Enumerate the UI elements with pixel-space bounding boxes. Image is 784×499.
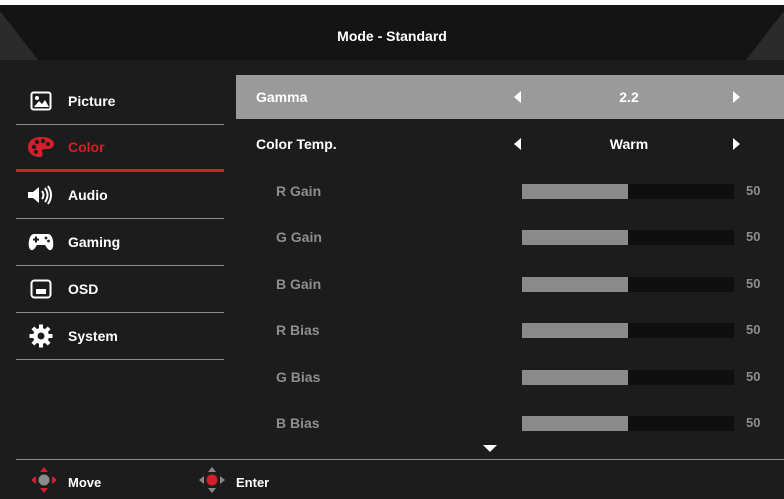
gear-icon: [26, 324, 56, 348]
slider-label: R Gain: [276, 183, 322, 199]
osd-window-icon: [26, 277, 56, 301]
enter-label: Enter: [236, 474, 270, 490]
sidebar-item-picture[interactable]: Picture: [16, 78, 224, 125]
left-arrow-icon[interactable]: [514, 138, 521, 150]
color-temp-label: Color Temp.: [256, 136, 337, 152]
sidebar-item-label: OSD: [68, 281, 99, 297]
slider-label: R Bias: [276, 322, 320, 338]
sidebar-item-label: Gaming: [68, 234, 121, 250]
gamma-value: 2.2: [619, 89, 639, 105]
sidebar-item-osd[interactable]: OSD: [16, 266, 224, 313]
sidebar-item-label: Audio: [68, 187, 108, 203]
page-title: Mode - Standard: [337, 28, 447, 44]
slider-value: 50: [746, 276, 761, 291]
sidebar-item-label: Picture: [68, 93, 116, 109]
g-bias-row[interactable]: G Bias 50: [236, 355, 784, 399]
slider-fill: [522, 184, 628, 199]
r-gain-slider[interactable]: [522, 184, 734, 199]
sidebar-item-color[interactable]: Color: [16, 125, 224, 172]
palette-icon: [26, 135, 56, 159]
b-bias-slider[interactable]: [522, 416, 734, 431]
slider-label: G Gain: [276, 229, 322, 245]
enter-hint: Enter: [198, 465, 269, 499]
slider-label: G Bias: [276, 369, 321, 385]
footer-divider: [16, 459, 784, 460]
slider-value: 50: [746, 322, 761, 337]
osd-menu: Mode - Standard Picture Color Audio Gami…: [0, 0, 784, 499]
slider-value: 50: [746, 415, 761, 430]
b-bias-row[interactable]: B Bias 50: [236, 401, 784, 445]
gamma-row[interactable]: Gamma 2.2: [236, 75, 784, 119]
joystick-enter-icon: [198, 466, 226, 499]
right-arrow-icon[interactable]: [733, 91, 740, 103]
slider-fill: [522, 370, 628, 385]
slider-label: B Gain: [276, 276, 322, 292]
picture-icon: [26, 89, 56, 113]
sidebar-item-audio[interactable]: Audio: [16, 172, 224, 219]
right-arrow-icon[interactable]: [733, 138, 740, 150]
slider-fill: [522, 277, 628, 292]
scroll-down-arrow-icon[interactable]: [483, 445, 497, 452]
title-bar: Mode - Standard: [0, 5, 784, 68]
b-gain-row[interactable]: B Gain 50: [236, 262, 784, 306]
osd-frame: Mode - Standard Picture Color Audio Gami…: [0, 5, 784, 499]
footer: Move Enter: [0, 465, 784, 499]
move-hint: Move: [30, 465, 101, 499]
sidebar-item-label: Color: [68, 139, 105, 155]
color-temp-row[interactable]: Color Temp. Warm: [236, 122, 784, 166]
r-bias-slider[interactable]: [522, 323, 734, 338]
g-bias-slider[interactable]: [522, 370, 734, 385]
slider-value: 50: [746, 229, 761, 244]
r-bias-row[interactable]: R Bias 50: [236, 308, 784, 352]
sidebar-item-gaming[interactable]: Gaming: [16, 219, 224, 266]
g-gain-row[interactable]: G Gain 50: [236, 215, 784, 259]
r-gain-row[interactable]: R Gain 50: [236, 169, 784, 213]
slider-fill: [522, 230, 628, 245]
g-gain-slider[interactable]: [522, 230, 734, 245]
left-arrow-icon[interactable]: [514, 91, 521, 103]
slider-value: 50: [746, 369, 761, 384]
gamepad-icon: [26, 230, 56, 254]
b-gain-slider[interactable]: [522, 277, 734, 292]
sidebar: Picture Color Audio Gaming OSD System: [16, 78, 224, 360]
move-label: Move: [68, 474, 102, 490]
settings-panel: Gamma 2.2 Color Temp. Warm R Gain 50 G G…: [236, 75, 784, 463]
sidebar-item-label: System: [68, 328, 118, 344]
gamma-label: Gamma: [256, 89, 308, 105]
color-temp-value: Warm: [609, 136, 649, 152]
slider-value: 50: [746, 183, 761, 198]
joystick-move-icon: [30, 466, 58, 499]
slider-fill: [522, 323, 628, 338]
slider-fill: [522, 416, 628, 431]
sidebar-item-system[interactable]: System: [16, 313, 224, 360]
speaker-icon: [26, 183, 56, 207]
slider-label: B Bias: [276, 415, 320, 431]
